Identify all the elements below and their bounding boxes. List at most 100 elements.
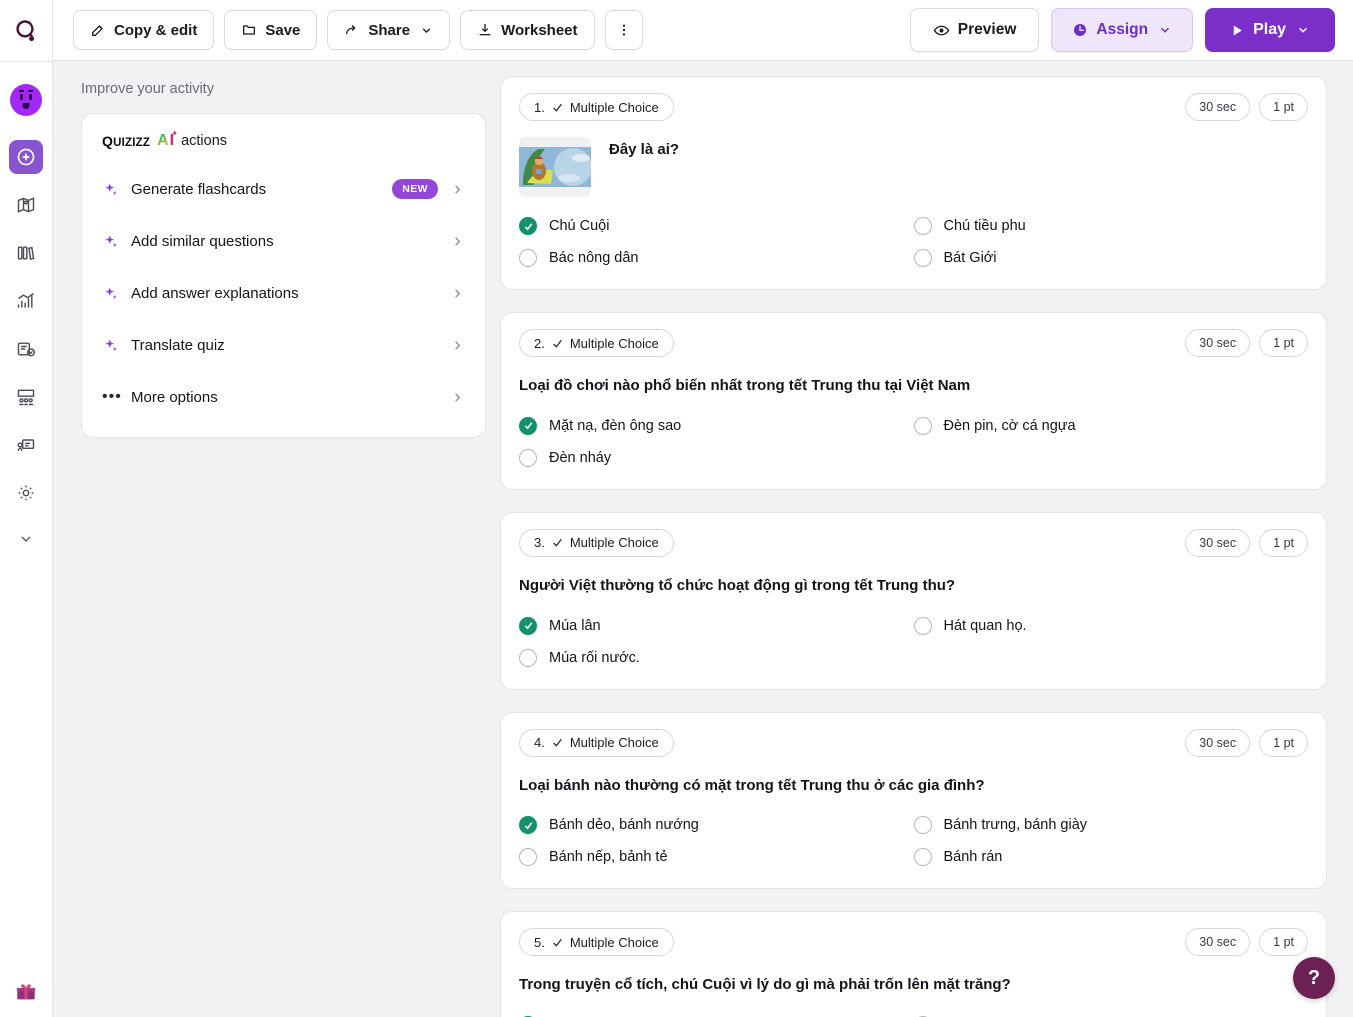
option-row[interactable]: Bánh dẻo, bánh nướng <box>519 816 914 834</box>
page: Copy & edit Save Share <box>53 0 1353 1017</box>
question-text: Loại bánh nào thường có mặt trong tết Tr… <box>519 773 1308 797</box>
option-row[interactable]: Múa lân <box>519 617 914 635</box>
question-time-badge[interactable]: 30 sec <box>1185 928 1250 956</box>
option-row[interactable]: Hát quan họ. <box>914 617 1309 635</box>
check-icon <box>551 936 564 949</box>
question-card[interactable]: 1. Multiple Choice 30 sec 1 pt <box>500 76 1327 290</box>
play-button[interactable]: Play <box>1205 8 1335 52</box>
ai-action-more-options[interactable]: ••• More options <box>102 371 465 423</box>
more-options-button[interactable] <box>605 10 643 50</box>
option-row[interactable]: Bát Giới <box>914 249 1309 267</box>
quizizz-wordmark: QUIZIZZ <box>102 133 150 149</box>
option-row[interactable]: Đèn pin, cờ cá ngựa <box>914 417 1309 435</box>
sparkle-star-icon: ✦ <box>171 129 178 138</box>
option-label: Đèn pin, cờ cá ngựa <box>944 418 1076 434</box>
sidebar-item-assessments[interactable] <box>9 332 43 366</box>
question-points-badge[interactable]: 1 pt <box>1259 529 1308 557</box>
question-time-badge[interactable]: 30 sec <box>1185 93 1250 121</box>
option-label: Bánh rán <box>944 849 1003 865</box>
sidebar-item-library[interactable] <box>9 236 43 270</box>
quizizz-logo[interactable] <box>0 0 52 61</box>
question-card[interactable]: 5. Multiple Choice 30 sec 1 pt Trong tru… <box>500 911 1327 1017</box>
radio-icon <box>914 417 932 435</box>
question-text: Trong truyện cổ tích, chú Cuội vì lý do … <box>519 972 1308 996</box>
radio-icon <box>519 649 537 667</box>
share-button[interactable]: Share <box>327 10 450 50</box>
ai-action-translate-quiz[interactable]: Translate quiz <box>102 319 465 371</box>
question-card[interactable]: 3. Multiple Choice 30 sec 1 pt Người Việ… <box>500 512 1327 690</box>
option-row[interactable]: Múa rối nước. <box>519 649 914 667</box>
question-meta: 30 sec 1 pt <box>1185 928 1308 956</box>
sparkle-icon <box>102 181 119 198</box>
preview-button[interactable]: Preview <box>910 8 1040 52</box>
question-time-badge[interactable]: 30 sec <box>1185 529 1250 557</box>
question-card[interactable]: 4. Multiple Choice 30 sec 1 pt Loại bánh… <box>500 712 1327 890</box>
download-icon <box>477 22 493 38</box>
option-row[interactable]: Bánh rán <box>914 848 1309 866</box>
gift-icon[interactable] <box>15 981 37 1003</box>
correct-check-icon <box>519 417 537 435</box>
question-type-badge[interactable]: 3. Multiple Choice <box>519 529 674 557</box>
assign-button[interactable]: Assign <box>1051 8 1193 52</box>
copy-and-edit-button[interactable]: Copy & edit <box>73 10 214 50</box>
sidebar-item-settings[interactable] <box>9 476 43 510</box>
toolbar-left-group: Copy & edit Save Share <box>73 10 643 50</box>
option-row[interactable]: Bánh nếp, bảnh tẻ <box>519 848 914 866</box>
option-row[interactable]: Đèn nháy <box>519 449 914 467</box>
app-root: Copy & edit Save Share <box>0 0 1353 1017</box>
question-type-badge[interactable]: 1. Multiple Choice <box>519 93 674 121</box>
option-label: Bác nông dân <box>549 250 639 266</box>
sidebar-item-classes[interactable] <box>9 380 43 414</box>
question-type-badge[interactable]: 2. Multiple Choice <box>519 329 674 357</box>
toolbar-right-group: Preview Assign Play <box>910 8 1335 52</box>
ai-actions-suffix: actions <box>181 133 227 149</box>
question-text: Đây là ai? <box>609 137 679 161</box>
option-row[interactable]: Bác nông dân <box>519 249 914 267</box>
question-type-label: Multiple Choice <box>570 336 659 351</box>
ai-action-generate-flashcards[interactable]: Generate flashcards NEW <box>102 163 465 215</box>
radio-icon <box>914 249 932 267</box>
question-index: 5. <box>534 935 545 950</box>
option-row[interactable]: Chú Cuội <box>519 217 914 235</box>
improve-activity-column: Improve your activity QUIZIZZ AI ✦ actio… <box>53 61 500 438</box>
question-meta: 30 sec 1 pt <box>1185 329 1308 357</box>
question-points-badge[interactable]: 1 pt <box>1259 928 1308 956</box>
rail-items <box>0 62 52 981</box>
question-type-badge[interactable]: 5. Multiple Choice <box>519 928 674 956</box>
improve-activity-title: Improve your activity <box>81 81 500 97</box>
question-time-badge[interactable]: 30 sec <box>1185 329 1250 357</box>
save-button[interactable]: Save <box>224 10 317 50</box>
sparkle-icon <box>102 337 119 354</box>
sidebar-expand-toggle[interactable] <box>9 526 43 552</box>
question-points-badge[interactable]: 1 pt <box>1259 93 1308 121</box>
chevron-right-icon <box>450 234 465 249</box>
question-card[interactable]: 2. Multiple Choice 30 sec 1 pt Loại đồ c… <box>500 312 1327 490</box>
help-button[interactable]: ? <box>1293 957 1335 999</box>
sidebar-item-create-activity[interactable] <box>9 140 43 174</box>
question-time-badge[interactable]: 30 sec <box>1185 729 1250 757</box>
pencil-square-icon <box>90 22 106 38</box>
worksheet-button[interactable]: Worksheet <box>460 10 594 50</box>
user-avatar[interactable] <box>10 84 42 116</box>
question-type-badge[interactable]: 4. Multiple Choice <box>519 729 674 757</box>
sidebar-item-explore[interactable] <box>9 188 43 222</box>
ai-action-add-similar-questions[interactable]: Add similar questions <box>102 215 465 267</box>
question-options: Mặt nạ, đèn ông sao Đèn pin, cờ cá ngựa … <box>519 417 1308 467</box>
question-image-thumbnail[interactable] <box>519 137 591 197</box>
question-points-badge[interactable]: 1 pt <box>1259 329 1308 357</box>
option-row[interactable]: Bánh trưng, bánh giày <box>914 816 1309 834</box>
new-badge: NEW <box>392 179 438 199</box>
ai-action-add-answer-explanations[interactable]: Add answer explanations <box>102 267 465 319</box>
ai-action-label: Add similar questions <box>131 233 274 250</box>
sidebar-item-lessons[interactable] <box>9 428 43 462</box>
option-row[interactable]: Chú tiều phu <box>914 217 1309 235</box>
radio-icon <box>519 848 537 866</box>
option-row[interactable]: Mặt nạ, đèn ông sao <box>519 417 914 435</box>
question-points-badge[interactable]: 1 pt <box>1259 729 1308 757</box>
clipboard-check-icon <box>16 339 36 359</box>
question-list[interactable]: 1. Multiple Choice 30 sec 1 pt <box>500 61 1353 1017</box>
sidebar-item-reports[interactable] <box>9 284 43 318</box>
content-area: Improve your activity QUIZIZZ AI ✦ actio… <box>53 61 1353 1017</box>
question-meta: 30 sec 1 pt <box>1185 729 1308 757</box>
question-options: Chú Cuội Chú tiều phu Bác nông dân <box>519 217 1308 267</box>
